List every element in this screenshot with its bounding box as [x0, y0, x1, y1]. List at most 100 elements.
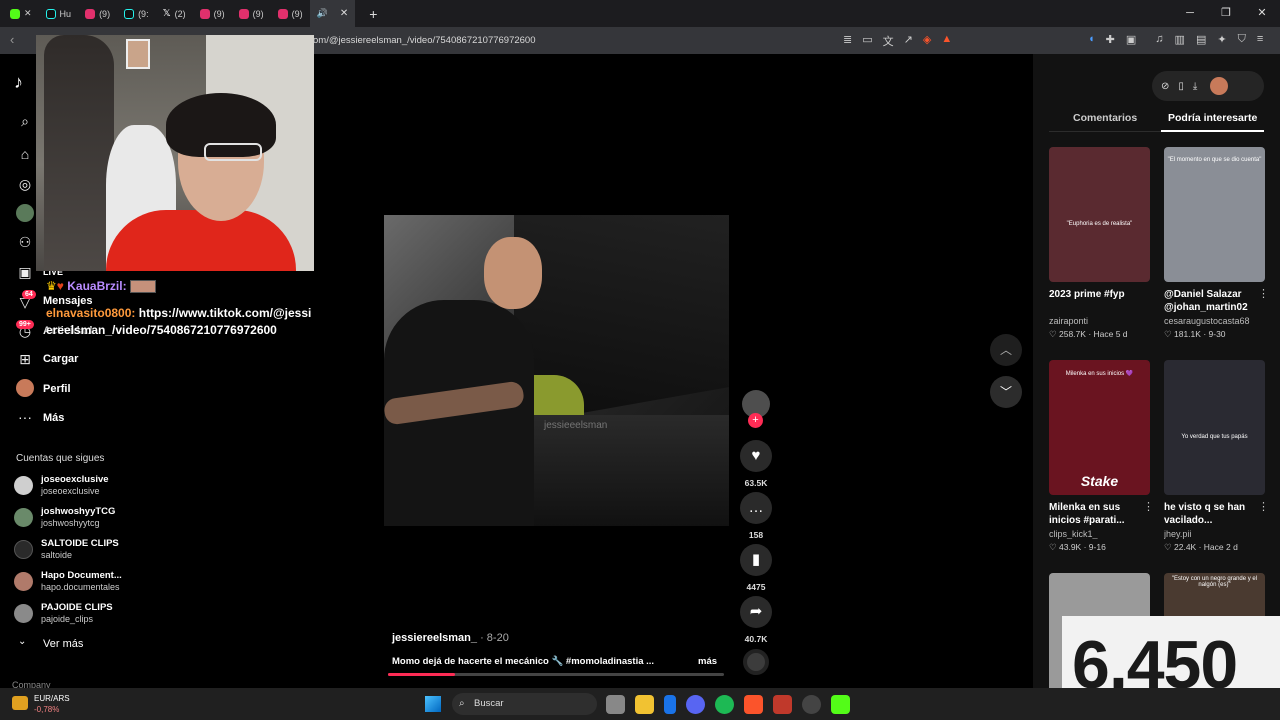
more-options-icon[interactable]: ⋮ — [1143, 500, 1154, 513]
suggested-video-card[interactable]: Milenka en sus inicios 💜 Stake ⋮ Milenka … — [1049, 360, 1154, 553]
thumbnail-text: "Estoy con un negro grande y el nalgón (… — [1171, 576, 1258, 588]
more-options-icon[interactable]: ⋮ — [1258, 287, 1269, 300]
video-progress-bar[interactable] — [388, 673, 724, 676]
tab-comments[interactable]: Comentarios — [1073, 112, 1137, 124]
profile-icon[interactable] — [16, 379, 34, 397]
suggested-video-card[interactable]: "Euphoria es de realista" 2023 prime #fy… — [1049, 147, 1150, 340]
translate-icon[interactable]: 文 — [883, 33, 894, 49]
minimize-icon[interactable]: ─ — [1172, 0, 1208, 27]
cast-icon[interactable]: ▭ — [862, 33, 872, 49]
brave-rewards-icon[interactable]: ▲ — [941, 33, 952, 49]
share-action[interactable]: ➦ 40.7K — [738, 596, 774, 644]
tab-suggested[interactable]: Podría interesarte — [1168, 112, 1257, 124]
sidebar-toggle-icon[interactable]: ▥ — [1175, 33, 1185, 46]
extensions-puzzle-icon[interactable]: ✚ — [1106, 33, 1115, 46]
browser-tab[interactable]: (9) — [232, 0, 271, 27]
close-tab-icon[interactable]: ✕ — [340, 8, 348, 19]
nav-profile[interactable]: Perfil — [43, 383, 71, 395]
suggested-video-card[interactable]: "El momento en que se dio cuenta" ⋮ @Dan… — [1164, 147, 1269, 340]
task-view-icon[interactable] — [606, 695, 625, 714]
video-watermark: jessieeelsman — [544, 420, 608, 431]
previous-video-button[interactable]: ︿ — [990, 334, 1022, 366]
browser-tab[interactable]: (9) — [271, 0, 310, 27]
browser-tab[interactable]: (9) — [193, 0, 232, 27]
search-icon[interactable]: ⌕ — [16, 112, 34, 130]
obs-icon[interactable] — [802, 695, 821, 714]
address-bar-icons: ≣ ▭ 文 ↗ ◈ ▲ — [843, 33, 952, 49]
music-disc-icon[interactable] — [743, 649, 769, 675]
follow-plus-icon[interactable]: + — [748, 413, 763, 428]
see-more-link[interactable]: Ver más — [43, 638, 83, 650]
more-icon[interactable]: ··· — [16, 408, 34, 426]
brave-icon[interactable] — [744, 695, 763, 714]
heart-outline-icon: ♡ — [1049, 542, 1057, 552]
discord-icon[interactable] — [686, 695, 705, 714]
share-icon[interactable]: ↗ — [904, 33, 913, 49]
extension-audio-icon[interactable]: ◖ — [1088, 33, 1095, 46]
suggested-video-card[interactable]: Yo verdad que tus papás ⋮ he visto q se … — [1164, 360, 1269, 553]
caption-more-button[interactable]: más — [698, 656, 717, 667]
followed-account[interactable]: joshwoshyyTCG joshwoshyytcg — [14, 504, 159, 532]
wallet-icon[interactable]: ▤ — [1196, 33, 1206, 46]
heart-icon[interactable]: ♥ — [740, 440, 772, 472]
music-icon[interactable]: ♫ — [1155, 33, 1163, 46]
taskbar-search[interactable]: ⌕ Buscar — [452, 693, 597, 715]
save-action[interactable]: ▮ 4475 — [738, 544, 774, 592]
tiktok-logo-icon[interactable]: ♪ — [14, 72, 23, 93]
browser-tab[interactable]: (9) — [78, 0, 117, 27]
download-icon[interactable]: ⤓ — [1193, 81, 1197, 92]
nav-more[interactable]: Más — [43, 412, 64, 424]
ticker-icon[interactable] — [12, 696, 28, 710]
comment-icon[interactable]: … — [740, 492, 772, 524]
followed-account[interactable]: SALTOIDE CLIPS saltoide — [14, 536, 159, 564]
close-window-icon[interactable]: ✕ — [1244, 0, 1280, 27]
reader-mode-icon[interactable]: ≣ — [843, 33, 852, 49]
vpn-icon[interactable]: ⛉ — [1238, 33, 1246, 46]
comment-action[interactable]: … 158 — [738, 492, 774, 540]
nav-upload[interactable]: Cargar — [43, 353, 78, 365]
upload-icon[interactable]: ⊞ — [16, 350, 34, 368]
ticker-name[interactable]: EUR/ARS — [34, 694, 70, 703]
browser-tab[interactable]: Hu — [39, 0, 79, 27]
windows-start-icon[interactable] — [425, 696, 441, 712]
menu-icon[interactable]: ≡ — [1257, 33, 1263, 46]
video-author[interactable]: jessiereelsman_ — [392, 632, 477, 644]
following-icon[interactable]: ⚇ — [16, 233, 34, 251]
more-options-icon[interactable]: ⋮ — [1258, 500, 1269, 513]
kick-app-icon[interactable] — [831, 695, 850, 714]
followed-account[interactable]: joseoexclusive joseoexclusive — [14, 472, 159, 500]
user-avatar[interactable] — [1210, 77, 1229, 95]
browser-tab[interactable]: (9: — [117, 0, 156, 27]
browser-tab[interactable]: ✕ — [0, 0, 39, 27]
voicemeeter-icon[interactable] — [773, 695, 792, 714]
url-field[interactable]: om/@jessiereelsman_/video/75408672107769… — [313, 35, 536, 46]
browser-tab[interactable]: 𝕏 (2) — [156, 0, 193, 27]
explore-icon[interactable]: ◎ — [16, 175, 34, 193]
new-tab-icon[interactable]: + — [369, 6, 377, 22]
avatar-icon[interactable] — [16, 204, 34, 222]
spotify-icon[interactable] — [715, 695, 734, 714]
restore-icon[interactable]: ❐ — [1208, 0, 1244, 27]
brave-shield-icon[interactable]: ◈ — [923, 33, 931, 49]
share-arrow-icon[interactable]: ➦ — [740, 596, 772, 628]
bing-icon[interactable] — [664, 695, 676, 714]
chevron-down-icon[interactable]: ⌄ — [18, 636, 26, 647]
bookmark-icon[interactable]: ▮ — [740, 544, 772, 576]
compass-icon[interactable]: ⊘ — [1161, 81, 1169, 92]
screenshot-icon[interactable]: ▣ — [1126, 33, 1136, 46]
live-icon[interactable]: ▣ — [16, 263, 34, 281]
like-action[interactable]: ♥ 63.5K — [738, 440, 774, 488]
browser-tab-active[interactable]: 🔊 ✕ — [309, 0, 356, 27]
card-stats: ♡ 258.7K · Hace 5 d — [1049, 329, 1128, 339]
home-icon[interactable]: ⌂ — [16, 145, 34, 163]
device-icon[interactable]: ▯ — [1178, 81, 1184, 92]
video-player[interactable]: jessieeelsman — [384, 215, 729, 526]
back-icon[interactable]: ‹ — [10, 32, 14, 47]
thumbnail-text: "El momento en que se dio cuenta" — [1167, 157, 1262, 163]
followed-account[interactable]: Hapo Document... hapo.documentales — [14, 568, 159, 596]
file-explorer-icon[interactable] — [635, 695, 654, 714]
leo-ai-icon[interactable]: ✦ — [1217, 33, 1226, 46]
card-likes: 258.7K — [1059, 329, 1086, 339]
next-video-button[interactable]: ﹀ — [990, 376, 1022, 408]
followed-account[interactable]: PAJOIDE CLIPS pajoide_clips — [14, 600, 159, 628]
